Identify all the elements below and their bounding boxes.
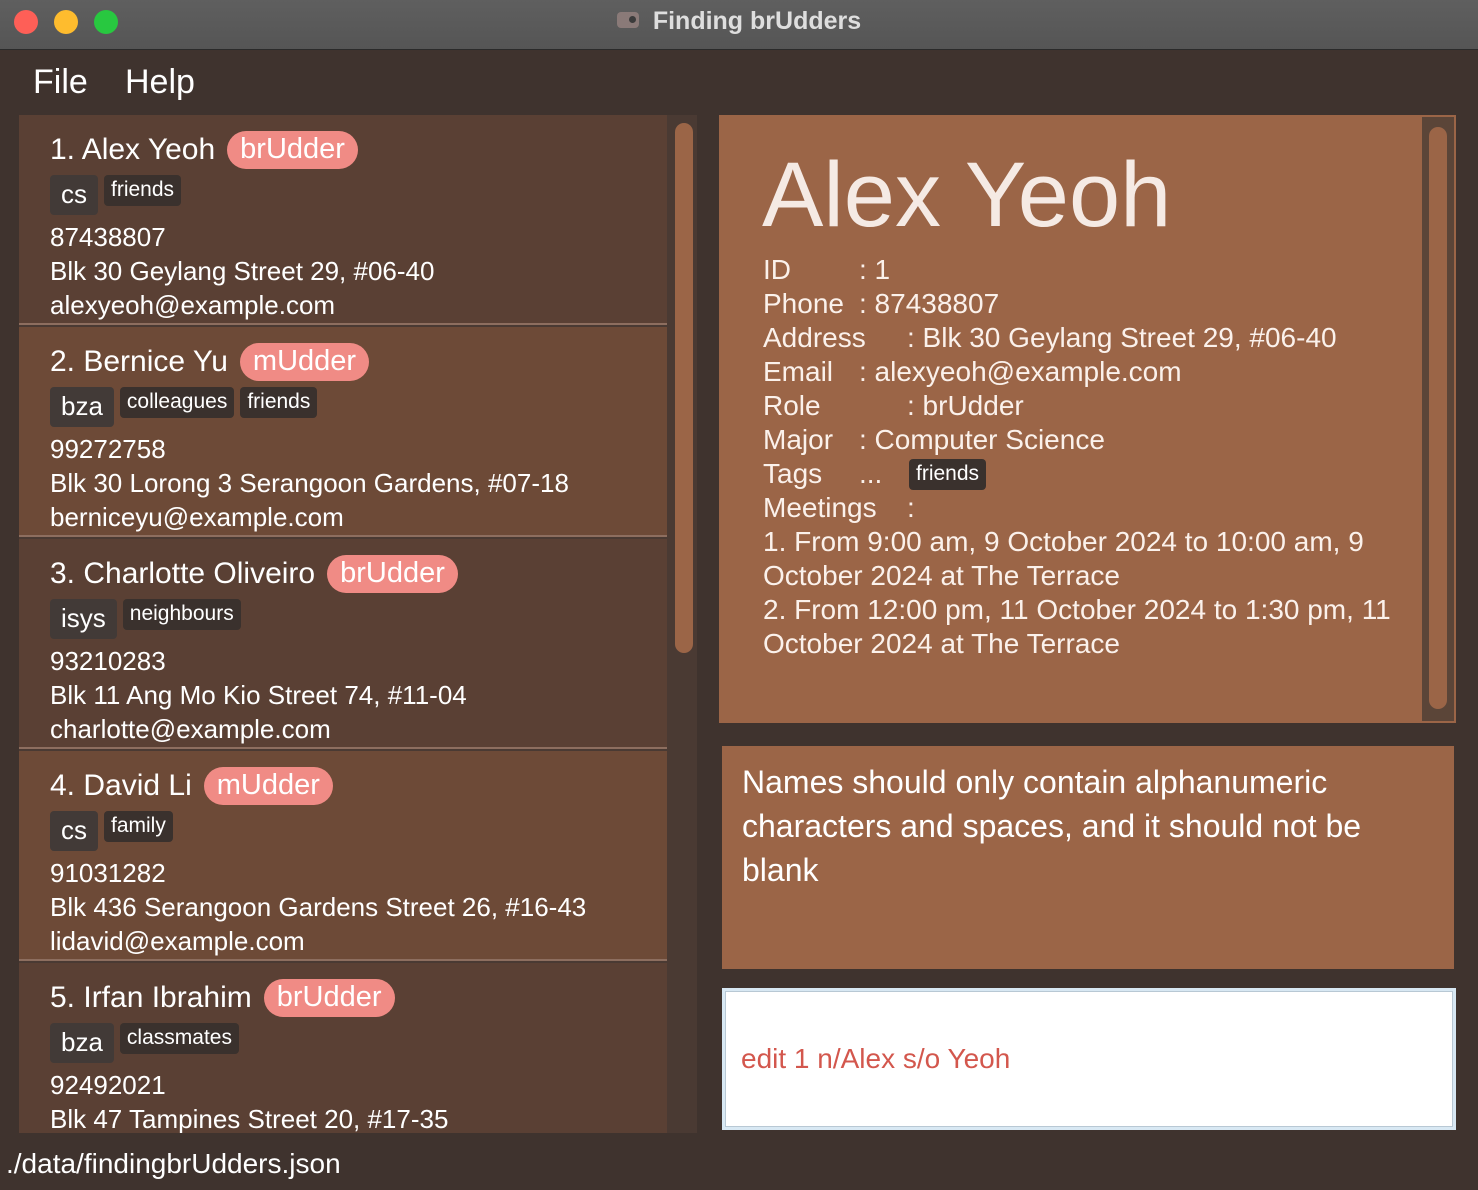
app-icon bbox=[616, 12, 639, 28]
person-card[interactable]: 2. Bernice Yu mUdder bza colleagues frie… bbox=[19, 327, 667, 537]
detail-meetings-label: Meetings bbox=[763, 492, 877, 523]
person-phone: 99272758 bbox=[50, 434, 166, 464]
detail-role-label: Role bbox=[763, 390, 821, 421]
window-title: Finding brUdders bbox=[652, 7, 862, 35]
detail-address-value: : Blk 30 Geylang Street 29, #06-40 bbox=[907, 322, 1337, 353]
person-card[interactable]: 3. Charlotte Oliveiro brUdder isys neigh… bbox=[19, 539, 667, 749]
status-bar: ./data/findingbrUdders.json bbox=[0, 1140, 1478, 1190]
detail-id-label: ID bbox=[763, 254, 791, 285]
detail-tags-separator: ... bbox=[859, 458, 883, 489]
detail-scrollbar-thumb[interactable] bbox=[1429, 127, 1447, 709]
detail-tag: friends bbox=[909, 459, 987, 490]
detail-tags-row: Tags ... friends bbox=[763, 457, 1393, 491]
person-email: alexyeoh@example.com bbox=[50, 290, 336, 320]
major-tag: cs bbox=[50, 811, 98, 851]
role-badge: mUdder bbox=[203, 767, 333, 805]
detail-fields: ID : 1 Phone : 87438807 Address : Blk 30… bbox=[763, 253, 1393, 661]
role-badge: brUdder bbox=[227, 131, 358, 169]
person-list-scrollbar[interactable] bbox=[675, 123, 693, 653]
meeting-item: 2. From 12:00 pm, 11 October 2024 to 1:3… bbox=[763, 594, 1391, 659]
role-badge: brUdder bbox=[263, 979, 395, 1017]
title-bar: Finding brUdders bbox=[0, 0, 1478, 50]
tag: friends bbox=[240, 387, 318, 418]
person-phone: 87438807 bbox=[50, 222, 166, 252]
role-badge: mUdder bbox=[239, 343, 370, 381]
tag: classmates bbox=[119, 1023, 239, 1054]
person-phone: 91031282 bbox=[50, 858, 166, 888]
detail-phone-row: Phone : 87438807 bbox=[763, 287, 1393, 321]
person-detail-panel: Alex Yeoh ID : 1 Phone : 87438807 Addres… bbox=[719, 115, 1456, 723]
detail-id-row: ID : 1 bbox=[763, 253, 1393, 287]
detail-meetings-row: Meetings : bbox=[763, 491, 1393, 525]
person-email: berniceyu@example.com bbox=[50, 502, 344, 532]
person-address: Blk 47 Tampines Street 20, #17-35 bbox=[50, 1104, 449, 1133]
detail-role-value: : brUdder bbox=[907, 390, 1024, 421]
result-display: Names should only contain alphanumeric c… bbox=[722, 746, 1454, 969]
person-name: 2. Bernice Yu bbox=[50, 345, 228, 378]
detail-phone-value: : 87438807 bbox=[859, 288, 1000, 319]
detail-major-row: Major : Computer Science bbox=[763, 423, 1393, 457]
person-phone: 92492021 bbox=[50, 1070, 166, 1100]
detail-phone-label: Phone bbox=[763, 288, 844, 319]
command-box bbox=[722, 988, 1456, 1130]
major-tag: cs bbox=[50, 175, 98, 215]
detail-id-value: : 1 bbox=[859, 254, 891, 285]
detail-address-row: Address : Blk 30 Geylang Street 29, #06-… bbox=[763, 321, 1393, 355]
menu-help[interactable]: Help bbox=[125, 63, 195, 102]
person-email: charlotte@example.com bbox=[50, 714, 331, 744]
detail-major-value: : Computer Science bbox=[859, 424, 1105, 455]
person-address: Blk 436 Serangoon Gardens Street 26, #16… bbox=[50, 892, 587, 922]
role-badge: brUdder bbox=[327, 555, 458, 593]
person-list[interactable]: 1. Alex Yeoh brUdder cs friends 87438807… bbox=[19, 115, 697, 1133]
major-tag: bza bbox=[50, 1023, 114, 1063]
person-address: Blk 30 Geylang Street 29, #06-40 bbox=[50, 256, 435, 286]
window-title-container: Finding brUdders bbox=[0, 7, 1478, 36]
command-input[interactable] bbox=[725, 991, 1453, 1127]
person-card[interactable]: 4. David Li mUdder cs family 91031282 Bl… bbox=[19, 751, 667, 961]
person-name: 5. Irfan Ibrahim bbox=[50, 981, 252, 1014]
tag: neighbours bbox=[122, 599, 241, 630]
menu-file[interactable]: File bbox=[33, 63, 88, 102]
meeting-item: 1. From 9:00 am, 9 October 2024 to 10:00… bbox=[763, 526, 1364, 591]
tag: family bbox=[104, 811, 173, 842]
detail-tags-label: Tags bbox=[763, 458, 823, 489]
tag: colleagues bbox=[119, 387, 235, 418]
major-tag: isys bbox=[50, 599, 117, 639]
detail-address-label: Address bbox=[763, 322, 866, 353]
person-address: Blk 30 Lorong 3 Serangoon Gardens, #07-1… bbox=[50, 468, 569, 498]
detail-email-row: Email : alexyeoh@example.com bbox=[763, 355, 1393, 389]
detail-role-row: Role : brUdder bbox=[763, 389, 1393, 423]
person-name: 4. David Li bbox=[50, 769, 192, 802]
person-card[interactable]: 5. Irfan Ibrahim brUdder bza classmates … bbox=[19, 963, 667, 1133]
menu-bar: File Help bbox=[0, 51, 1478, 113]
person-name: 1. Alex Yeoh bbox=[50, 133, 216, 166]
person-card[interactable]: 1. Alex Yeoh brUdder cs friends 87438807… bbox=[19, 115, 667, 325]
detail-major-label: Major bbox=[763, 424, 834, 455]
detail-email-value: : alexyeoh@example.com bbox=[859, 356, 1182, 387]
tag: friends bbox=[104, 175, 182, 206]
person-email: lidavid@example.com bbox=[50, 926, 305, 956]
detail-name: Alex Yeoh bbox=[762, 144, 1172, 246]
major-tag: bza bbox=[50, 387, 114, 427]
person-name: 3. Charlotte Oliveiro bbox=[50, 557, 316, 590]
data-file-path: ./data/findingbrUdders.json bbox=[6, 1148, 341, 1179]
person-phone: 93210283 bbox=[50, 646, 166, 676]
person-address: Blk 11 Ang Mo Kio Street 74, #11-04 bbox=[50, 680, 467, 710]
detail-meetings-separator: : bbox=[907, 492, 915, 523]
detail-email-label: Email bbox=[763, 356, 834, 387]
